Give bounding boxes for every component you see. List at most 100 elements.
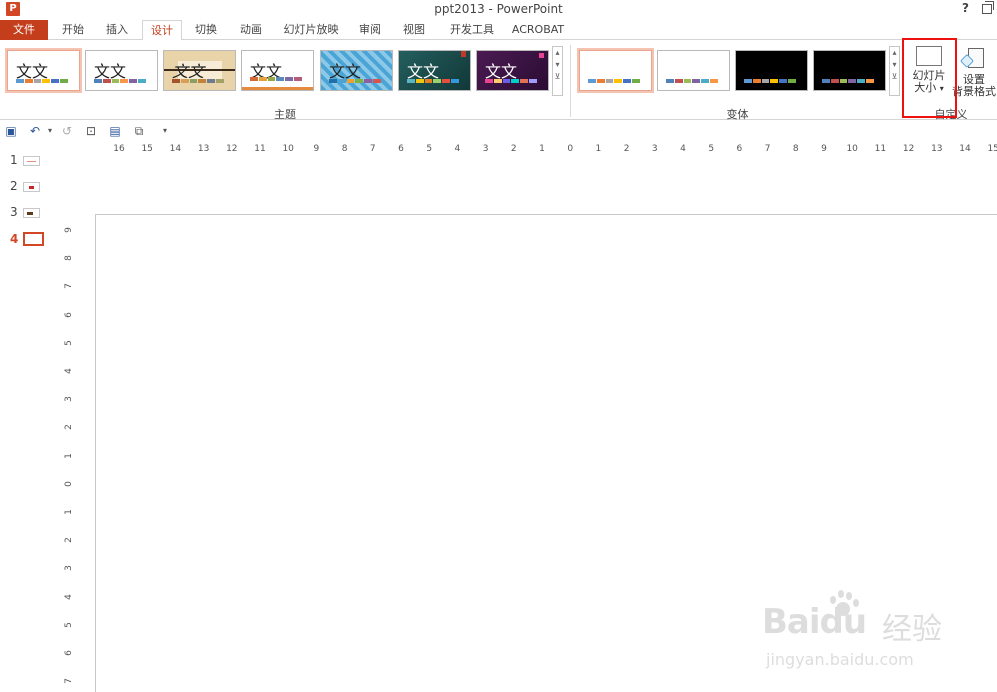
tab-transitions[interactable]: 切换 [187,20,225,40]
tab-view[interactable]: 视图 [396,20,432,40]
ruler-tick-label: 8 [792,144,799,154]
ruler-tick-label: 6 [64,311,74,318]
format-background-button[interactable]: 设置 背景格式 [952,48,996,98]
ruler-tick-label: 2 [510,144,517,154]
save-icon[interactable]: ▣ [4,124,18,138]
ribbon-tabs: 文件 开始 插入 设计 切换 动画 幻灯片放映 审阅 视图 开发工具 ACROB… [0,20,997,41]
ruler-tick-label: 3 [482,144,489,154]
tab-review[interactable]: 审阅 [352,20,388,40]
variant-1[interactable] [579,50,652,91]
ruler-tick-label: 9 [64,227,74,233]
ruler-tick-label: 8 [341,144,348,154]
theme-office[interactable]: 文文 [7,50,80,91]
variant-2[interactable] [657,50,730,91]
ruler-tick-label: 13 [197,144,210,154]
slideshow-from-start-icon[interactable]: ⊡ [84,124,98,138]
ruler-tick-label: 11 [874,144,887,154]
ruler-tick-label: 4 [64,593,74,600]
ruler-tick-label: 2 [623,144,630,154]
ruler-tick-label: 1 [595,144,602,154]
ruler-tick-label: 12 [902,144,915,154]
slide-number: 2 [10,179,18,193]
ruler-tick-label: 5 [708,144,715,154]
undo-dropdown-icon[interactable]: ▾ [43,124,57,138]
theme-wood[interactable]: 文文 [163,50,236,91]
theme-purple[interactable]: 文文 [476,50,549,91]
vertical-ruler: 9 8 7 6 5 4 3 2 1 0 1 2 3 4 5 6 7 [62,218,76,692]
ruler-tick-label: 15 [987,144,997,154]
slide-thumbnail-image [23,208,40,218]
theme-pattern[interactable]: 文文 [320,50,393,91]
tab-developer[interactable]: 开发工具 [443,20,501,40]
format-background-label-2: 背景格式 [952,85,996,98]
tab-design[interactable]: 设计 [142,20,182,41]
themes-gallery-scroll[interactable]: ▴ ▾ ⊻ [552,46,563,96]
ruler-tick-label: 1 [64,509,74,515]
ruler-tick-label: 10 [846,144,858,154]
tab-home[interactable]: 开始 [54,20,92,40]
group-separator [570,45,571,117]
variants-group-label: 变体 [726,108,749,121]
ruler-tick-label: 9 [821,144,827,154]
slide-number: 3 [10,205,18,219]
ruler-tick-label: 5 [426,144,433,154]
tab-file[interactable]: 文件 [0,20,48,40]
slide-thumbnail-image [23,182,40,192]
ruler-tick-label: 2 [64,537,74,544]
ruler-tick-label: 12 [226,144,238,154]
ruler-tick-label: 5 [64,339,74,346]
window-title: ppt2013 - PowerPoint [434,2,563,16]
ruler-tick-label: 3 [651,144,658,154]
ruler-tick-label: 4 [64,368,74,374]
ruler-tick-label: 9 [313,144,320,154]
customize-qat-icon[interactable]: ▾ [158,124,172,138]
ruler-tick-label: 14 [169,144,182,154]
quick-access-toolbar: ▣ ↶ ▾ ↺ ⊡ ▤ ⧉ ▾ [0,121,997,141]
ruler-tick-label: 7 [369,144,376,154]
ruler-tick-label: 7 [64,283,74,290]
restore-window-icon[interactable] [982,1,994,14]
theme-office-2[interactable]: 文文 [85,50,158,91]
save-as-icon[interactable]: ▤ [108,124,122,138]
variant-4[interactable] [813,50,886,91]
ruler-tick-label: 11 [254,144,266,154]
watermark-logo-text: Baidu [762,602,867,642]
help-button[interactable]: ? [962,1,969,15]
ruler-tick-label: 2 [64,424,74,431]
ruler-tick-label: 7 [64,678,74,685]
themes-group-label: 主题 [274,108,296,121]
highlight-annotation [902,38,957,118]
ruler-tick-label: 0 [64,480,74,487]
tab-animations[interactable]: 动画 [231,20,271,40]
ruler-tick-label: 4 [454,144,461,154]
ruler-tick-label: 3 [64,396,74,403]
ruler-tick-label: 7 [764,144,771,154]
format-background-icon [959,48,986,70]
ruler-tick-label: 15 [141,144,153,154]
ruler-tick-label: 14 [959,144,971,154]
watermark-jingyan: 经验 [882,612,942,647]
slide-number: 4 [10,232,19,246]
tab-slideshow[interactable]: 幻灯片放映 [280,20,342,40]
redo-icon[interactable]: ↺ [60,124,74,138]
ruler-tick-label: 13 [931,144,943,154]
undo-icon[interactable]: ↶ [28,124,42,138]
theme-dark-teal[interactable]: 文文 [398,50,471,91]
ruler-tick-label: 16 [113,144,125,154]
tab-acrobat[interactable]: ACROBAT [508,20,568,40]
ruler-tick-label: 0 [567,144,574,154]
title-bar: P ppt2013 - PowerPoint ? [0,0,997,20]
ruler-tick-label: 8 [64,255,74,262]
slide-thumbnail-image [23,156,40,166]
ruler-tick-label: 5 [64,621,74,628]
variant-3[interactable] [735,50,808,91]
theme-ion[interactable]: 文文 [241,50,314,91]
copy-icon[interactable]: ⧉ [132,124,146,138]
ruler-tick-label: 6 [398,144,404,154]
ruler-tick-label: 3 [64,565,74,572]
slide-thumbnail-image [23,232,44,246]
slide-number: 1 [10,153,18,167]
tab-insert[interactable]: 插入 [98,20,136,40]
variants-gallery-scroll[interactable]: ▴ ▾ ⊻ [889,46,900,96]
ruler-tick-label: 6 [736,144,743,154]
